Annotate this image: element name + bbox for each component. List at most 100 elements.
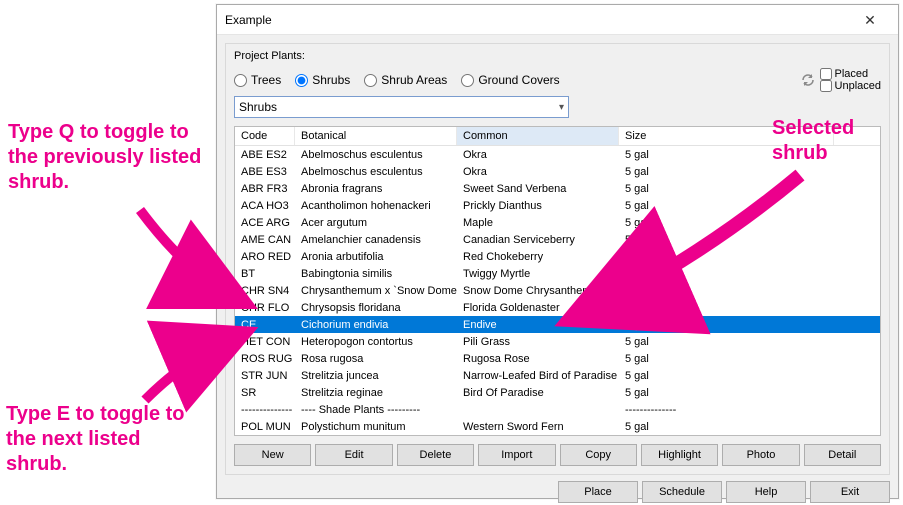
delete-button[interactable]: Delete	[397, 444, 474, 466]
cell-botanical: Acer argutum	[295, 217, 457, 229]
radio-shrub-areas[interactable]: Shrub Areas	[364, 73, 447, 87]
cell-botanical: Polystichum munitum	[295, 421, 457, 433]
cell-code: ROS RUG	[235, 353, 295, 365]
cell-code: ARO RED	[235, 251, 295, 263]
cell-size: 5 gal	[619, 370, 834, 382]
cell-common: Twiggy Myrtle	[457, 268, 619, 280]
annotation-type-e: Type E to toggle to the next listed shru…	[6, 402, 206, 477]
cell-botanical: Rosa rugosa	[295, 353, 457, 365]
check-unplaced-input[interactable]	[820, 80, 832, 92]
cell-common: Canadian Serviceberry	[457, 234, 619, 246]
cell-code: ACE ARG	[235, 217, 295, 229]
window-title: Example	[225, 13, 272, 27]
table-row[interactable]: ACE ARGAcer argutumMaple5 gal	[235, 214, 880, 231]
chevron-down-icon: ▾	[559, 102, 564, 113]
cell-code: HET CON	[235, 336, 295, 348]
cell-common: Narrow-Leafed Bird of Paradise	[457, 370, 619, 382]
detail-button[interactable]: Detail	[804, 444, 881, 466]
annotation-selected-shrub: Selected shrub	[772, 116, 892, 166]
copy-button[interactable]: Copy	[560, 444, 637, 466]
plant-table: Code Botanical Common Size ABE ES2Abelmo…	[234, 126, 881, 436]
cell-code: POL MUN	[235, 421, 295, 433]
cell-botanical: Heteropogon contortus	[295, 336, 457, 348]
table-row[interactable]: STR JUNStrelitzia junceaNarrow-Leafed Bi…	[235, 367, 880, 384]
table-row[interactable]: ------------------ Shade Plants --------…	[235, 401, 880, 418]
check-placed[interactable]: Placed	[820, 68, 881, 80]
table-row[interactable]: ACA HO3Acantholimon hohenackeriPrickly D…	[235, 197, 880, 214]
help-button[interactable]: Help	[726, 481, 806, 503]
table-row[interactable]: CHR SN4Chrysanthemum x `Snow Dome`Snow D…	[235, 282, 880, 299]
table-row[interactable]: ARO REDAronia arbutifoliaRed Chokeberry5…	[235, 248, 880, 265]
radio-shrubs[interactable]: Shrubs	[295, 73, 350, 87]
th-code[interactable]: Code	[235, 127, 295, 145]
right-checks: Placed Unplaced	[800, 68, 881, 92]
cell-botanical: Aronia arbutifolia	[295, 251, 457, 263]
radio-ground-covers-input[interactable]	[461, 74, 474, 87]
cell-size: 5 gal	[619, 183, 834, 195]
table-row[interactable]: SRStrelitzia reginaeBird Of Paradise5 ga…	[235, 384, 880, 401]
table-row[interactable]: CHR FLOChrysopsis floridanaFlorida Golde…	[235, 299, 880, 316]
table-row[interactable]: HET CONHeteropogon contortusPili Grass5 …	[235, 333, 880, 350]
cell-size: 5 gal	[619, 319, 834, 331]
cell-botanical: Chrysopsis floridana	[295, 302, 457, 314]
radio-shrub-areas-input[interactable]	[364, 74, 377, 87]
th-common[interactable]: Common	[457, 127, 619, 145]
table-button-row: New Edit Delete Import Copy Highlight Ph…	[234, 444, 881, 466]
cell-code: ABR FR3	[235, 183, 295, 195]
cell-common: Endive	[457, 319, 619, 331]
radio-ground-covers[interactable]: Ground Covers	[461, 73, 559, 87]
highlight-button[interactable]: Highlight	[641, 444, 718, 466]
import-button[interactable]: Import	[478, 444, 555, 466]
cell-common: Florida Goldenaster	[457, 302, 619, 314]
check-placed-label: Placed	[835, 68, 869, 80]
check-placed-input[interactable]	[820, 68, 832, 80]
table-row[interactable]: AME CANAmelanchier canadensisCanadian Se…	[235, 231, 880, 248]
cell-botanical: Abronia fragrans	[295, 183, 457, 195]
th-botanical[interactable]: Botanical	[295, 127, 457, 145]
dialog-content: Project Plants: Trees Shrubs Shrub Areas…	[217, 35, 898, 505]
table-row[interactable]: POL MUNPolystichum munitumWestern Sword …	[235, 418, 880, 435]
cell-code: --------------	[235, 404, 295, 416]
cell-size: 5 gal	[619, 166, 834, 178]
check-unplaced-label: Unplaced	[835, 80, 881, 92]
radio-trees-input[interactable]	[234, 74, 247, 87]
place-button[interactable]: Place	[558, 481, 638, 503]
cell-common: Prickly Dianthus	[457, 200, 619, 212]
cell-size: 5 gal	[619, 285, 834, 297]
cell-code: ABE ES3	[235, 166, 295, 178]
cell-botanical: Abelmoschus esculentus	[295, 149, 457, 161]
cell-botanical: Strelitzia reginae	[295, 387, 457, 399]
radio-shrubs-input[interactable]	[295, 74, 308, 87]
table-row[interactable]: BTBabingtonia similisTwiggy Myrtle5 gal	[235, 265, 880, 282]
cell-code: SR	[235, 387, 295, 399]
radio-trees[interactable]: Trees	[234, 73, 281, 87]
edit-button[interactable]: Edit	[315, 444, 392, 466]
cell-code: BT	[235, 268, 295, 280]
cell-common: Sweet Sand Verbena	[457, 183, 619, 195]
schedule-button[interactable]: Schedule	[642, 481, 722, 503]
cell-size: 5 gal	[619, 302, 834, 314]
category-combo[interactable]: Shrubs ▾	[234, 96, 569, 118]
refresh-icon[interactable]	[800, 72, 816, 88]
bottom-button-row: Place Schedule Help Exit	[225, 481, 890, 503]
photo-button[interactable]: Photo	[722, 444, 799, 466]
exit-button[interactable]: Exit	[810, 481, 890, 503]
table-row[interactable]: ROS RUGRosa rugosaRugosa Rose5 gal	[235, 350, 880, 367]
cell-code: ABE ES2	[235, 149, 295, 161]
close-icon[interactable]: ✕	[850, 5, 890, 35]
project-plants-group: Project Plants: Trees Shrubs Shrub Areas…	[225, 43, 890, 475]
table-body[interactable]: ABE ES2Abelmoschus esculentusOkra5 galAB…	[235, 146, 880, 435]
cell-size: 5 gal	[619, 387, 834, 399]
cell-size: --------------	[619, 404, 834, 416]
table-row[interactable]: ABR FR3Abronia fragransSweet Sand Verben…	[235, 180, 880, 197]
cell-code: CE	[235, 319, 295, 331]
check-unplaced[interactable]: Unplaced	[820, 80, 881, 92]
table-row[interactable]: CECichorium endiviaEndive5 gal	[235, 316, 880, 333]
cell-common: Rugosa Rose	[457, 353, 619, 365]
category-radio-row: Trees Shrubs Shrub Areas Ground Covers	[234, 68, 881, 92]
cell-botanical: ---- Shade Plants ---------	[295, 404, 457, 416]
cell-code: CHR SN4	[235, 285, 295, 297]
cell-size: 5 gal	[619, 234, 834, 246]
cell-size: 5 gal	[619, 336, 834, 348]
new-button[interactable]: New	[234, 444, 311, 466]
